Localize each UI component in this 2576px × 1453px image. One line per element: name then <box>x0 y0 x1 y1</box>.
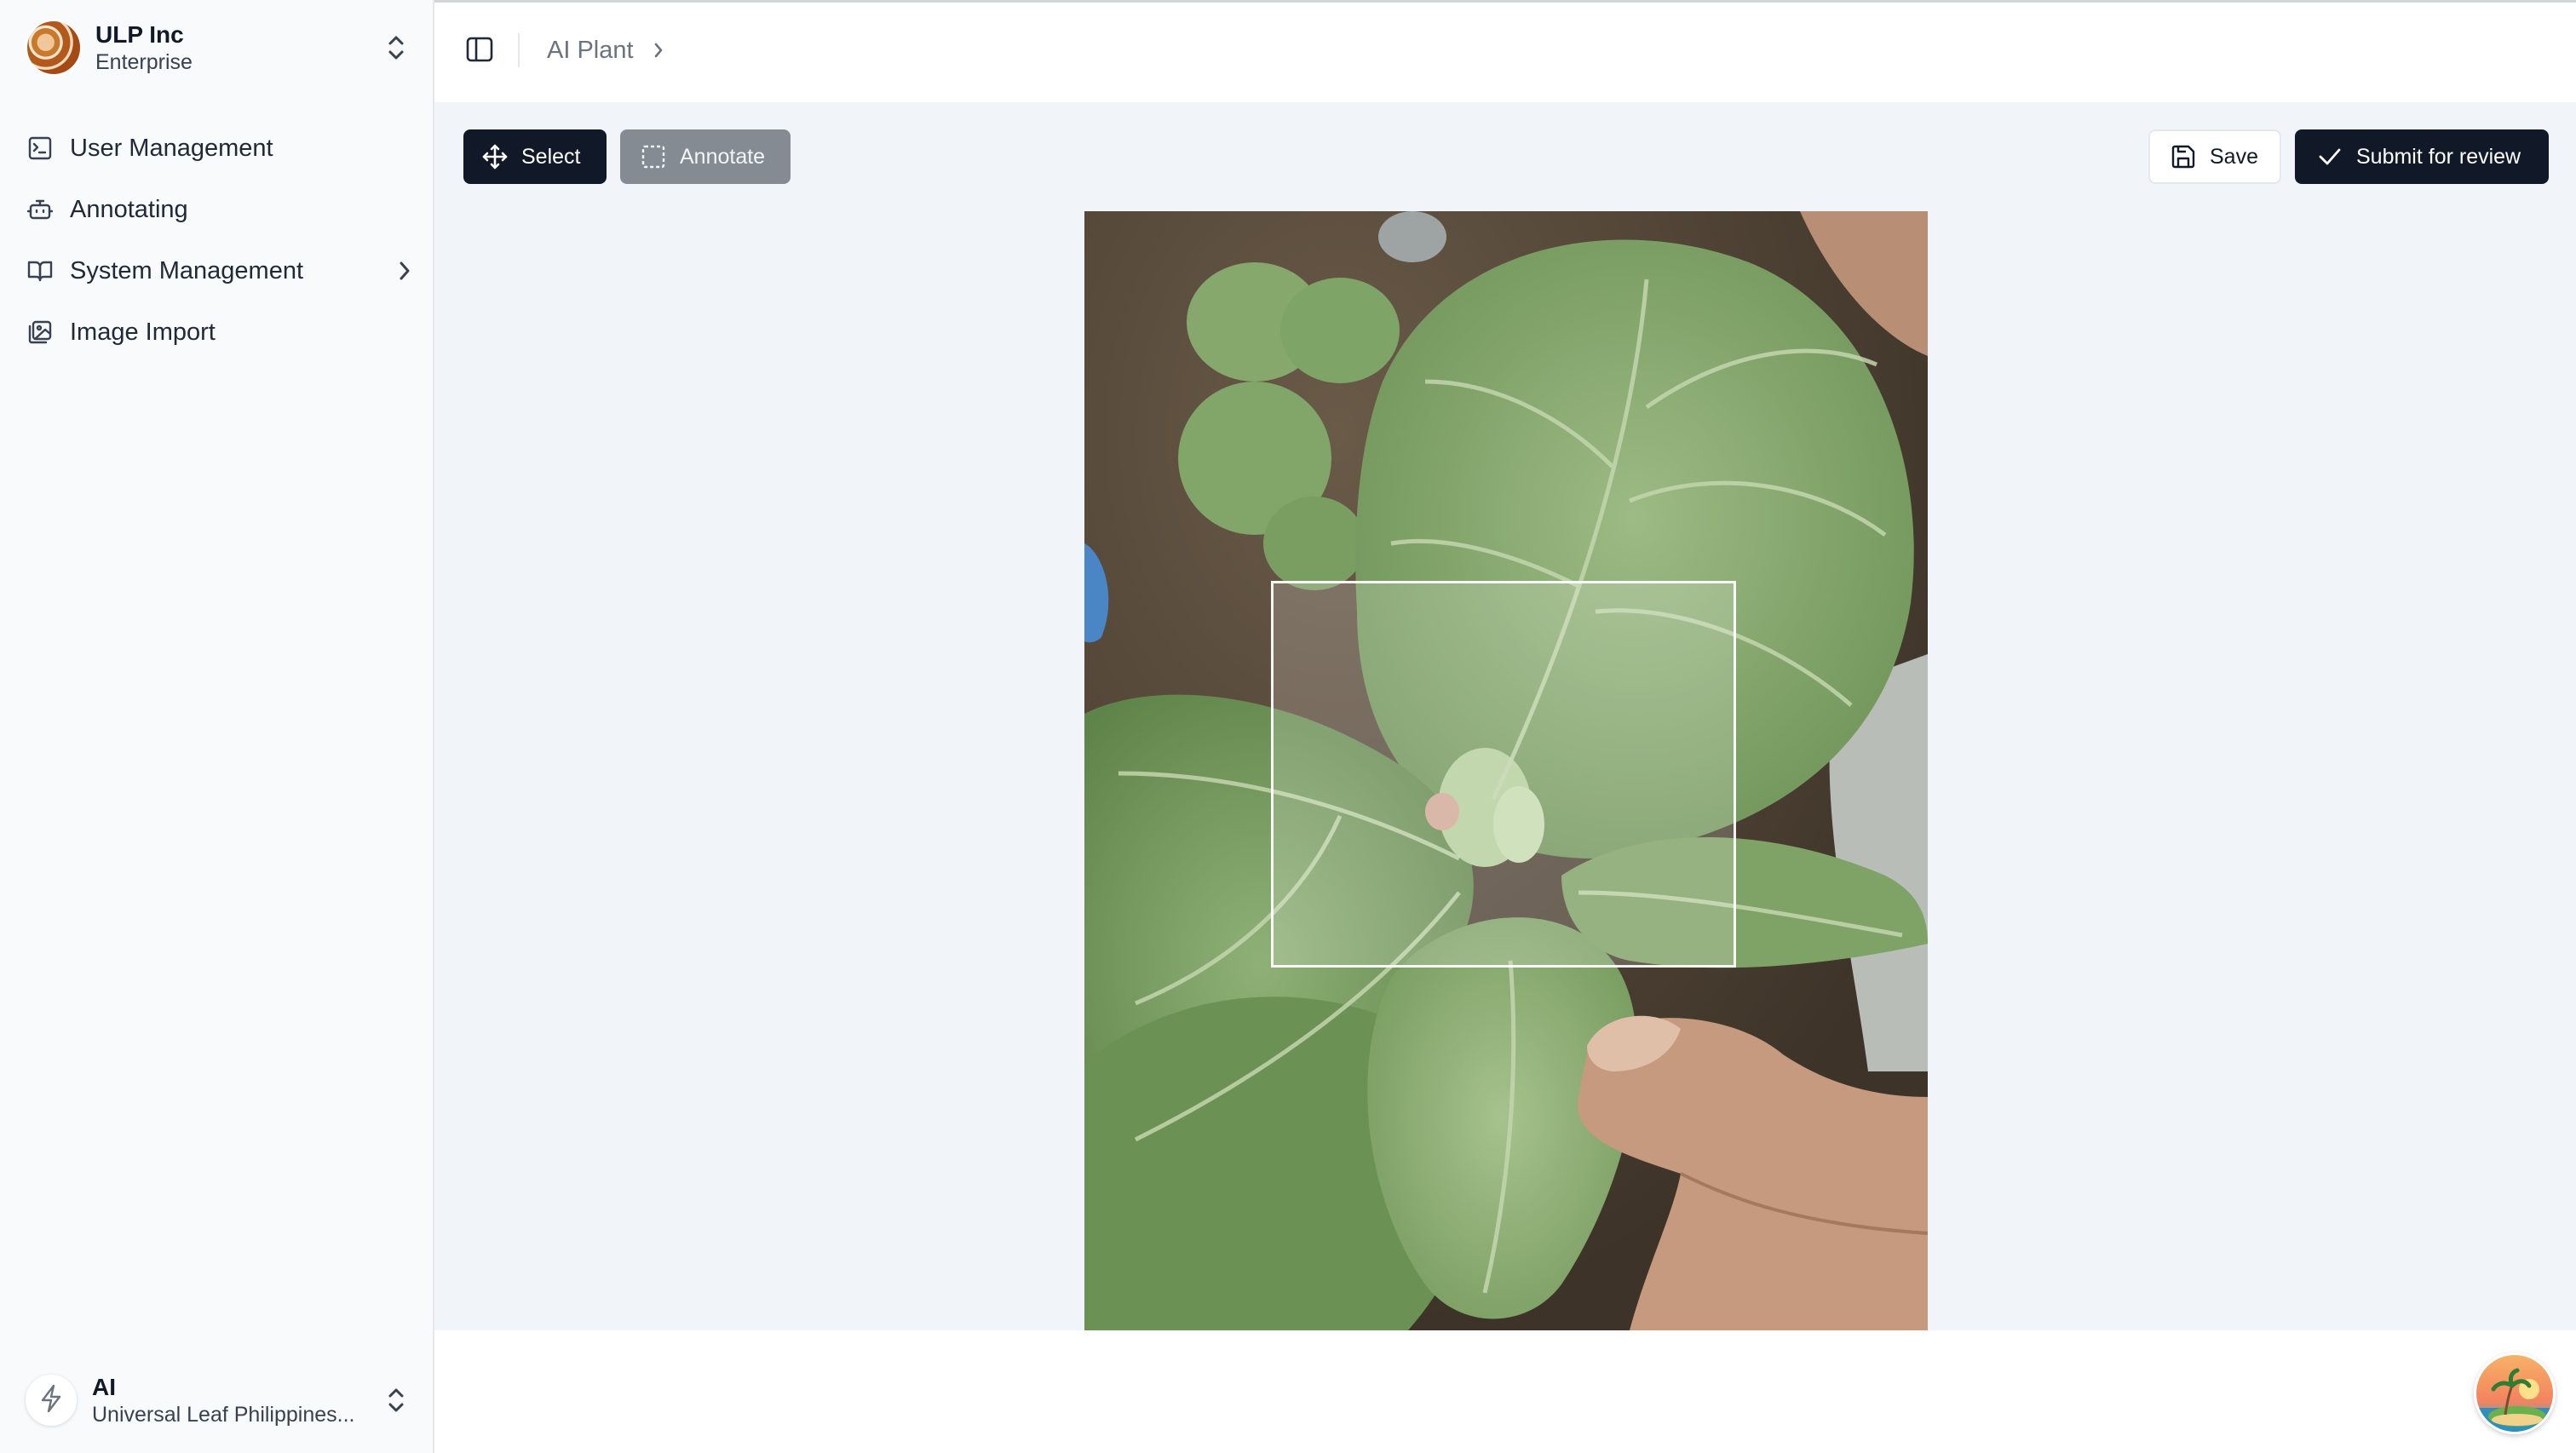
user-management-icon <box>26 134 55 163</box>
select-tool-label: Select <box>521 144 581 169</box>
sidebar-item-label: System Management <box>70 256 304 284</box>
sidebar-item-annotating[interactable]: Annotating <box>26 179 417 240</box>
breadcrumb: AI Plant <box>547 33 664 67</box>
images-icon <box>26 318 55 347</box>
check-icon <box>2317 144 2343 169</box>
breadcrumb-item[interactable]: AI Plant <box>547 37 634 65</box>
chevron-right-icon <box>392 260 417 282</box>
org-text: ULP Inc Enterprise <box>95 20 383 75</box>
org-name: ULP Inc <box>95 21 184 48</box>
sidebar: ULP Inc Enterprise User Management Annot… <box>0 0 434 1453</box>
select-tool-button[interactable]: Select <box>463 129 607 184</box>
user-org: Universal Leaf Philippines... <box>92 1403 355 1427</box>
annotate-tool-label: Annotate <box>680 144 766 169</box>
assistant-avatar[interactable] <box>2474 1352 2556 1434</box>
zap-icon <box>39 1384 63 1417</box>
user-text: AI Universal Leaf Philippines... <box>92 1373 383 1427</box>
sidebar-item-system-management[interactable]: System Management <box>26 240 417 302</box>
sidebar-item-label: Annotating <box>70 195 188 223</box>
user-switcher[interactable]: AI Universal Leaf Philippines... <box>26 1366 409 1434</box>
image-canvas[interactable] <box>1084 211 1928 1330</box>
submit-label: Submit for review <box>2356 144 2521 169</box>
save-label: Save <box>2210 144 2258 169</box>
save-button[interactable]: Save <box>2148 129 2281 184</box>
org-logo <box>26 20 82 76</box>
submit-for-review-button[interactable]: Submit for review <box>2295 129 2549 184</box>
sidebar-item-image-import[interactable]: Image Import <box>26 302 417 363</box>
user-name: AI <box>92 1374 116 1400</box>
save-icon <box>2171 144 2196 169</box>
book-open-icon <box>26 256 55 285</box>
user-avatar <box>26 1375 77 1426</box>
annotate-tool-button[interactable]: Annotate <box>620 129 791 184</box>
top-bar: AI Plant <box>434 0 2576 102</box>
sidebar-item-label: User Management <box>70 134 273 162</box>
annotation-bounding-box[interactable] <box>1271 581 1736 968</box>
chevron-right-icon <box>653 41 664 60</box>
dashed-square-icon <box>641 144 666 169</box>
sidebar-toggle-icon[interactable] <box>465 35 496 66</box>
chevrons-up-down-icon[interactable] <box>383 1383 409 1417</box>
breadcrumb-divider <box>518 33 520 67</box>
sidebar-item-label: Image Import <box>70 318 216 346</box>
sidebar-item-user-management[interactable]: User Management <box>26 118 417 179</box>
bot-icon <box>26 195 55 224</box>
move-icon <box>482 144 508 169</box>
org-plan: Enterprise <box>95 50 193 74</box>
sidebar-nav: User Management Annotating System Manage… <box>26 118 417 363</box>
org-switcher[interactable]: ULP Inc Enterprise <box>26 17 409 78</box>
island-image <box>2476 1355 2553 1432</box>
chevrons-up-down-icon[interactable] <box>383 31 409 65</box>
